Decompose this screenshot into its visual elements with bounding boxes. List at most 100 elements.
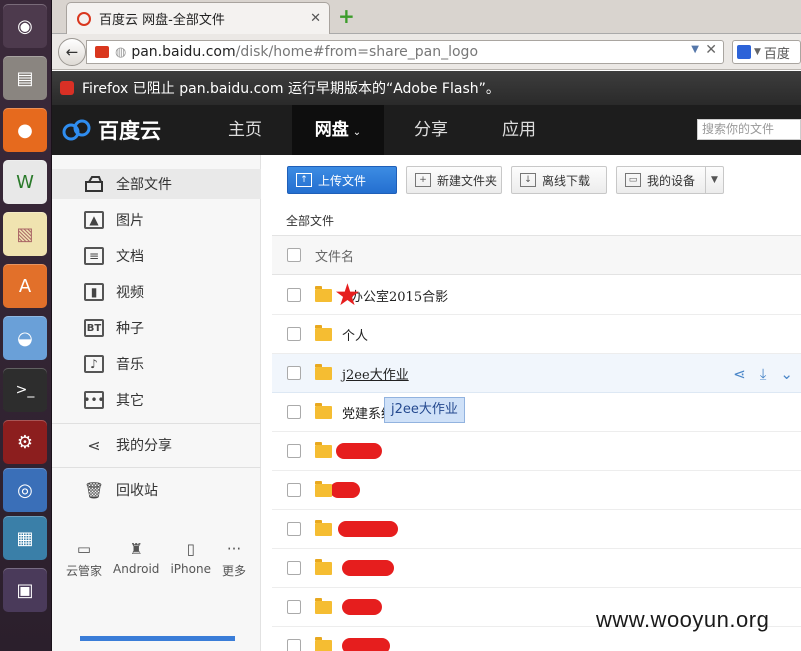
- more-options-icon[interactable]: ⌄: [780, 365, 793, 383]
- new-folder-button[interactable]: + 新建文件夹: [406, 166, 502, 194]
- table-row[interactable]: 个人: [272, 315, 801, 354]
- site-identity-icon[interactable]: [95, 46, 109, 58]
- offline-download-button[interactable]: ↓ 离线下载: [511, 166, 607, 194]
- row-checkbox[interactable]: [287, 483, 301, 497]
- device-desktop[interactable]: ▭ 云管家: [66, 540, 102, 579]
- file-search-input[interactable]: 搜索你的文件: [697, 119, 801, 140]
- sidebar-item-videos[interactable]: ▮ 视频: [52, 277, 261, 307]
- row-checkbox[interactable]: [287, 444, 301, 458]
- libreoffice-writer-icon[interactable]: W: [3, 160, 47, 204]
- sidebar-item-label: 音乐: [116, 357, 144, 373]
- terminal-icon[interactable]: >_: [3, 368, 47, 412]
- file-name[interactable]: 办公室2015合影: [350, 286, 448, 305]
- firefox-icon[interactable]: ●: [3, 108, 47, 152]
- phone-icon: ▯: [186, 540, 195, 558]
- sidebar-item-torrents[interactable]: BT 种子: [52, 313, 261, 343]
- sidebar-item-music[interactable]: ♪ 音乐: [52, 349, 261, 379]
- row-checkbox[interactable]: [287, 405, 301, 419]
- nav-share[interactable]: 分享: [388, 105, 474, 155]
- plugin-blocked-icon: [60, 81, 74, 95]
- device-iphone[interactable]: ▯ iPhone: [170, 540, 211, 579]
- offline-download-icon: ↓: [520, 173, 536, 187]
- device-label: Android: [113, 562, 160, 576]
- chevron-down-icon[interactable]: ▼: [705, 167, 723, 193]
- document-viewer-icon[interactable]: ▧: [3, 212, 47, 256]
- watermark: www.wooyun.org: [596, 607, 770, 632]
- trash-icon: 🗑: [83, 480, 105, 500]
- row-checkbox[interactable]: [287, 639, 301, 651]
- search-engine-icon[interactable]: [737, 45, 751, 59]
- device-android[interactable]: ♜ Android: [113, 540, 159, 579]
- chromium-icon[interactable]: ◎: [3, 468, 47, 512]
- system-settings-icon[interactable]: ⚙: [3, 420, 47, 464]
- table-row[interactable]: 党建系统: [272, 393, 801, 432]
- sidebar-item-other[interactable]: ••• 其它: [52, 385, 261, 415]
- table-row[interactable]: j2ee大作业 ⋖ ⤓ ⌄: [272, 354, 801, 393]
- close-tab-icon[interactable]: ✕: [310, 11, 321, 26]
- new-tab-icon[interactable]: +: [338, 6, 356, 26]
- select-all-checkbox[interactable]: [287, 248, 301, 262]
- row-checkbox[interactable]: [287, 288, 301, 302]
- search-engine-dropdown-icon[interactable]: ▼: [754, 47, 761, 57]
- document-icon: ≡: [84, 247, 104, 265]
- device-label: 云管家: [66, 564, 103, 578]
- row-checkbox[interactable]: [287, 600, 301, 614]
- table-row[interactable]: [272, 471, 801, 510]
- nav-home[interactable]: 主页: [202, 105, 288, 155]
- nav-netdisk[interactable]: 网盘 ⌄: [292, 105, 384, 155]
- browser-tab[interactable]: 百度云 网盘-全部文件 ✕: [66, 2, 330, 34]
- tab-title: 百度云 网盘-全部文件: [99, 13, 225, 28]
- my-devices-button[interactable]: ▭ 我的设备 ▼: [616, 166, 724, 194]
- row-actions: ⋖ ⤓ ⌄: [733, 365, 793, 383]
- redaction-star: ★: [334, 278, 361, 313]
- download-icon[interactable]: ⤓: [760, 365, 767, 383]
- software-center-icon[interactable]: A: [3, 264, 47, 308]
- client-downloads: ▭ 云管家 ♜ Android ▯ iPhone ··· 更多: [66, 540, 246, 579]
- more-icon: ···: [226, 540, 242, 558]
- screenshot-icon[interactable]: ▦: [3, 516, 47, 560]
- folder-icon: [315, 636, 332, 651]
- row-checkbox[interactable]: [287, 327, 301, 341]
- share-icon[interactable]: ⋖: [733, 365, 746, 383]
- sidebar-item-documents[interactable]: ≡ 文档: [52, 241, 261, 271]
- file-name[interactable]: j2ee大作业: [342, 364, 409, 383]
- sidebar-item-label: 文档: [116, 249, 144, 265]
- device-more[interactable]: ··· 更多: [222, 540, 246, 579]
- url-path: /disk/home#from=share_pan_logo: [235, 44, 479, 60]
- table-row[interactable]: [272, 549, 801, 588]
- table-row[interactable]: [272, 432, 801, 471]
- remmina-icon[interactable]: ◒: [3, 316, 47, 360]
- table-row[interactable]: [272, 510, 801, 549]
- sidebar-item-images[interactable]: ▲ 图片: [52, 205, 261, 235]
- sidebar-item-all-files[interactable]: 全部文件: [52, 169, 261, 199]
- row-checkbox[interactable]: [287, 366, 301, 380]
- url-bar[interactable]: ◍ pan.baidu.com/disk/home#from=share_pan…: [86, 40, 724, 64]
- file-list-panel: ↑ 上传文件 + 新建文件夹 ↓ 离线下载 ▭ 我的设备 ▼ 全部文件 文件名 …: [262, 155, 801, 651]
- my-devices-label: 我的设备: [647, 173, 696, 188]
- file-name[interactable]: 个人: [342, 325, 368, 344]
- nav-apps[interactable]: 应用: [476, 105, 562, 155]
- redaction-mark: [342, 560, 394, 576]
- back-button[interactable]: ←: [58, 38, 86, 66]
- baidu-yun-logo[interactable]: 百度云: [62, 115, 161, 145]
- folder-icon: [315, 324, 332, 341]
- browser-search-box[interactable]: ▼ 百度: [732, 40, 801, 64]
- baidu-favicon-icon: [77, 11, 91, 26]
- sidebar-item-recycle-bin[interactable]: 🗑 回收站: [52, 475, 261, 505]
- redaction-mark: [342, 599, 382, 615]
- url-clear-icon[interactable]: ✕: [705, 42, 717, 58]
- row-checkbox[interactable]: [287, 561, 301, 575]
- upload-button[interactable]: ↑ 上传文件: [287, 166, 397, 194]
- row-checkbox[interactable]: [287, 522, 301, 536]
- folder-icon: [315, 363, 332, 380]
- sidebar-item-label: 种子: [116, 321, 144, 337]
- folder-icon: [315, 519, 332, 536]
- column-header-filename[interactable]: 文件名: [315, 246, 354, 265]
- folder-icon: [315, 441, 332, 458]
- files-icon[interactable]: ▤: [3, 56, 47, 100]
- url-history-dropdown-icon[interactable]: ▼: [691, 44, 699, 55]
- workspaces-icon[interactable]: ▣: [3, 568, 47, 612]
- sidebar-item-my-shares[interactable]: ⋖ 我的分享: [52, 430, 261, 460]
- ubuntu-dash-icon[interactable]: ◉: [3, 4, 47, 48]
- storage-quota-fill: [80, 636, 235, 641]
